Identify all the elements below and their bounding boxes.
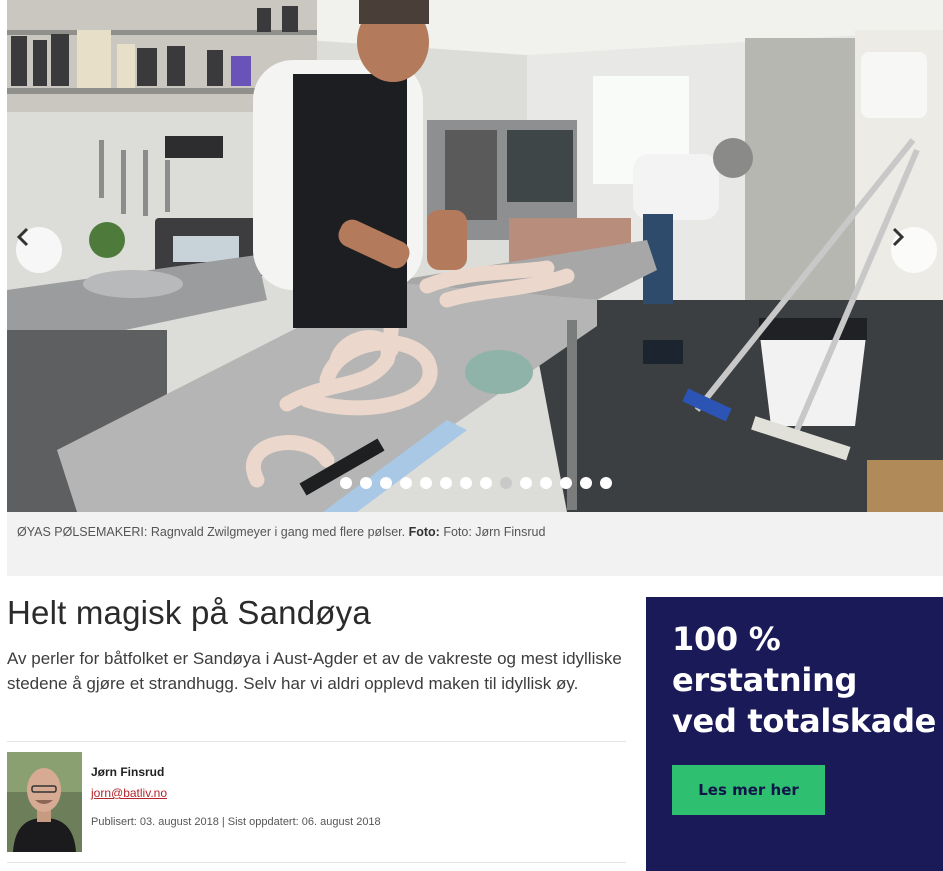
caption-credit-label: Foto:	[408, 525, 440, 539]
slideshow-prev-button[interactable]	[16, 227, 62, 273]
caption-credit: Foto: Jørn Finsrud	[443, 525, 546, 539]
hero-slideshow	[7, 0, 943, 512]
caption-text: ØYAS PØLSEMAKERI: Ragnvald Zwilgmeyer i …	[17, 525, 406, 539]
article-headline: Helt magisk på Sandøya	[7, 594, 371, 631]
slideshow-dot[interactable]	[600, 477, 612, 489]
ad-headline: 100 % erstatning ved totalskade	[672, 619, 937, 742]
ad-headline-line: erstatning	[672, 661, 858, 699]
divider	[7, 862, 626, 863]
slideshow-dot[interactable]	[580, 477, 592, 489]
chevron-left-icon	[16, 227, 29, 247]
slideshow-dot[interactable]	[520, 477, 532, 489]
slideshow-dot[interactable]	[420, 477, 432, 489]
divider	[7, 741, 626, 742]
author-email-link[interactable]: jorn@batliv.no	[91, 786, 167, 800]
ad-headline-line: 100 %	[672, 620, 781, 658]
author-avatar	[7, 752, 82, 852]
author-name: Jørn Finsrud	[91, 765, 165, 779]
hero-photo	[7, 0, 943, 512]
ad-read-more-button[interactable]: Les mer her	[672, 765, 825, 815]
insurance-ad[interactable]: 100 % erstatning ved totalskade Les mer …	[646, 597, 943, 871]
slideshow-dot[interactable]	[380, 477, 392, 489]
slideshow-dot[interactable]	[480, 477, 492, 489]
slideshow-dot[interactable]	[500, 477, 512, 489]
slideshow-dot[interactable]	[400, 477, 412, 489]
slideshow-dot[interactable]	[560, 477, 572, 489]
slideshow-dot[interactable]	[440, 477, 452, 489]
chevron-right-icon	[892, 227, 905, 247]
slideshow-dots	[340, 477, 612, 491]
slideshow-dot[interactable]	[360, 477, 372, 489]
image-caption-bar: ØYAS PØLSEMAKERI: Ragnvald Zwilgmeyer i …	[7, 512, 943, 576]
slideshow-dot[interactable]	[340, 477, 352, 489]
slideshow-dot[interactable]	[540, 477, 552, 489]
ad-headline-line: ved totalskade	[672, 702, 937, 740]
article-lead: Av perler for båtfolket er Sandøya i Aus…	[7, 649, 622, 693]
image-caption: ØYAS PØLSEMAKERI: Ragnvald Zwilgmeyer i …	[17, 525, 545, 539]
publish-dates: Publisert: 03. august 2018 | Sist oppdat…	[91, 816, 381, 828]
slideshow-next-button[interactable]	[891, 227, 937, 273]
slideshow-dot[interactable]	[460, 477, 472, 489]
